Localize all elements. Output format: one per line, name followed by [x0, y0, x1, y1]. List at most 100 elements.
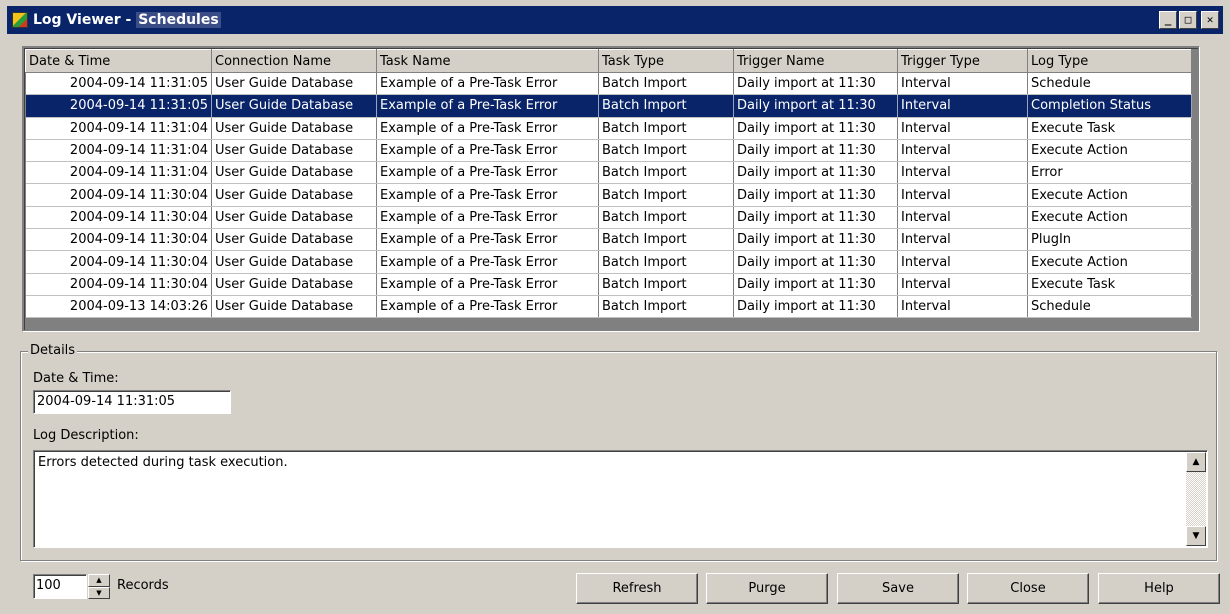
- cell-task-type: Batch Import: [598, 250, 734, 274]
- cell-connection-name: User Guide Database: [211, 250, 377, 274]
- minimize-button[interactable]: _: [1159, 11, 1177, 29]
- datetime-label: Date & Time:: [33, 371, 119, 386]
- cell-connection-name: User Guide Database: [211, 295, 377, 319]
- cell-connection-name: User Guide Database: [211, 273, 377, 296]
- cell-trigger-type: Interval: [897, 72, 1028, 96]
- column-header-trigger-name[interactable]: Trigger Name: [733, 49, 898, 73]
- cell-log-type: Execute Action: [1027, 206, 1192, 230]
- spin-up-icon[interactable]: ▲: [88, 574, 110, 587]
- cell-connection-name: User Guide Database: [211, 206, 377, 230]
- column-header-date-time[interactable]: Date & Time: [25, 49, 212, 73]
- table-row[interactable]: 2004-09-14 11:31:04 User Guide Database Ex…: [25, 139, 1192, 163]
- cell-task-name: Example of a Pre-Task Error: [376, 273, 599, 296]
- close-button[interactable]: Close: [967, 573, 1089, 604]
- table-row-selected[interactable]: 2004-09-14 11:31:05 User Guide Database Ex…: [25, 94, 1192, 118]
- save-button[interactable]: Save: [837, 573, 959, 604]
- cell-date-time: 2004-09-14 11:30:04: [25, 273, 212, 296]
- maximize-button[interactable]: □: [1179, 11, 1197, 29]
- table-row[interactable]: 2004-09-13 14:03:26 User Guide Database Ex…: [25, 295, 1192, 319]
- refresh-button[interactable]: Refresh: [576, 573, 698, 604]
- cell-task-name: Example of a Pre-Task Error: [376, 117, 599, 140]
- log-table: Date & Time Connection Name Task Name Ta…: [25, 49, 1192, 319]
- cell-task-type: Batch Import: [598, 94, 734, 118]
- spin-down-icon[interactable]: ▼: [88, 586, 110, 599]
- cell-trigger-name: Daily import at 11:30: [733, 183, 898, 207]
- column-header-connection-name[interactable]: Connection Name: [211, 49, 377, 73]
- close-window-button[interactable]: ✕: [1201, 11, 1219, 29]
- log-description-label: Log Description:: [33, 428, 139, 443]
- cell-date-time: 2004-09-14 11:31:05: [25, 94, 212, 118]
- cell-date-time: 2004-09-14 11:30:04: [25, 250, 212, 274]
- cell-task-type: Batch Import: [598, 161, 734, 185]
- cell-trigger-name: Daily import at 11:30: [733, 228, 898, 252]
- table-row[interactable]: 2004-09-14 11:31:05 User Guide Database Ex…: [25, 72, 1192, 96]
- cell-task-name: Example of a Pre-Task Error: [376, 228, 599, 252]
- cell-task-name: Example of a Pre-Task Error: [376, 295, 599, 319]
- scroll-down-icon[interactable]: ▼: [1186, 526, 1206, 546]
- cell-log-type: Schedule: [1027, 72, 1192, 96]
- cell-date-time: 2004-09-14 11:31:04: [25, 161, 212, 185]
- cell-trigger-name: Daily import at 11:30: [733, 206, 898, 230]
- cell-trigger-type: Interval: [897, 295, 1028, 319]
- cell-trigger-type: Interval: [897, 161, 1028, 185]
- log-viewer-window: Log Viewer - Schedules _ □ ✕ Date & Time…: [0, 0, 1230, 614]
- column-header-trigger-type[interactable]: Trigger Type: [897, 49, 1028, 73]
- title-bar[interactable]: Log Viewer - Schedules _ □ ✕: [7, 6, 1223, 34]
- cell-connection-name: User Guide Database: [211, 228, 377, 252]
- description-scrollbar[interactable]: ▲ ▼: [1186, 452, 1206, 546]
- app-icon: [12, 12, 28, 28]
- cell-date-time: 2004-09-14 11:30:04: [25, 206, 212, 230]
- cell-log-type: Execute Action: [1027, 250, 1192, 274]
- table-row[interactable]: 2004-09-14 11:30:04 User Guide Database Ex…: [25, 183, 1192, 207]
- table-row[interactable]: 2004-09-14 11:31:04 User Guide Database Ex…: [25, 117, 1192, 140]
- cell-trigger-name: Daily import at 11:30: [733, 161, 898, 185]
- cell-log-type: Execute Action: [1027, 139, 1192, 163]
- column-header-task-type[interactable]: Task Type: [598, 49, 734, 73]
- cell-trigger-name: Daily import at 11:30: [733, 94, 898, 118]
- cell-task-type: Batch Import: [598, 273, 734, 296]
- cell-task-type: Batch Import: [598, 295, 734, 319]
- cell-connection-name: User Guide Database: [211, 94, 377, 118]
- cell-task-name: Example of a Pre-Task Error: [376, 94, 599, 118]
- cell-date-time: 2004-09-14 11:30:04: [25, 183, 212, 207]
- cell-task-type: Batch Import: [598, 228, 734, 252]
- log-description-text: Errors detected during task execution.: [38, 455, 288, 470]
- cell-trigger-name: Daily import at 11:30: [733, 250, 898, 274]
- cell-trigger-name: Daily import at 11:30: [733, 273, 898, 296]
- cell-task-type: Batch Import: [598, 72, 734, 96]
- column-header-task-name[interactable]: Task Name: [376, 49, 599, 73]
- cell-task-type: Batch Import: [598, 183, 734, 207]
- cell-log-type: PlugIn: [1027, 228, 1192, 252]
- cell-connection-name: User Guide Database: [211, 161, 377, 185]
- table-row[interactable]: 2004-09-14 11:30:04 User Guide Database Ex…: [25, 250, 1192, 274]
- records-count-input[interactable]: 100: [33, 574, 87, 599]
- table-row[interactable]: 2004-09-14 11:30:04 User Guide Database Ex…: [25, 228, 1192, 252]
- log-table-viewport[interactable]: Date & Time Connection Name Task Name Ta…: [24, 48, 1198, 330]
- log-description-field[interactable]: Errors detected during task execution. ▲…: [33, 450, 1208, 548]
- cell-trigger-type: Interval: [897, 228, 1028, 252]
- cell-trigger-type: Interval: [897, 206, 1028, 230]
- records-spinner[interactable]: ▲ ▼: [88, 574, 110, 599]
- help-button[interactable]: Help: [1098, 573, 1220, 604]
- table-row[interactable]: 2004-09-14 11:30:04 User Guide Database Ex…: [25, 273, 1192, 296]
- cell-connection-name: User Guide Database: [211, 183, 377, 207]
- window-title: Log Viewer - Schedules: [33, 12, 221, 28]
- cell-date-time: 2004-09-14 11:31:05: [25, 72, 212, 96]
- cell-date-time: 2004-09-13 14:03:26: [25, 295, 212, 319]
- datetime-field[interactable]: 2004-09-14 11:31:05: [33, 390, 231, 414]
- cell-trigger-name: Daily import at 11:30: [733, 295, 898, 319]
- scroll-up-icon[interactable]: ▲: [1186, 452, 1206, 472]
- table-row[interactable]: 2004-09-14 11:30:04 User Guide Database Ex…: [25, 206, 1192, 230]
- cell-task-name: Example of a Pre-Task Error: [376, 183, 599, 207]
- records-label: Records: [117, 578, 169, 593]
- purge-button[interactable]: Purge: [706, 573, 828, 604]
- table-row[interactable]: 2004-09-14 11:31:04 User Guide Database Ex…: [25, 161, 1192, 185]
- cell-task-name: Example of a Pre-Task Error: [376, 250, 599, 274]
- cell-task-type: Batch Import: [598, 139, 734, 163]
- cell-trigger-type: Interval: [897, 117, 1028, 140]
- log-table-frame: Date & Time Connection Name Task Name Ta…: [22, 46, 1200, 332]
- cell-task-name: Example of a Pre-Task Error: [376, 206, 599, 230]
- cell-task-name: Example of a Pre-Task Error: [376, 139, 599, 163]
- column-header-log-type[interactable]: Log Type: [1027, 49, 1192, 73]
- cell-connection-name: User Guide Database: [211, 117, 377, 140]
